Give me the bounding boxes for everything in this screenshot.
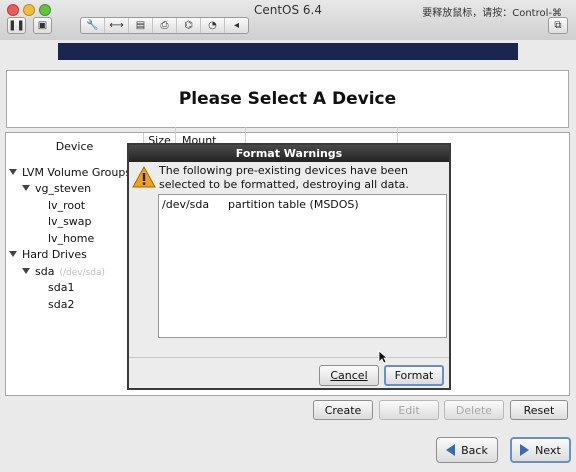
tree-item-label: vg_steven <box>35 182 92 195</box>
list-item[interactable]: /dev/sda partition table (MSDOS) <box>159 195 446 214</box>
device-path-note: (/dev/sda) <box>59 268 106 278</box>
settings-button[interactable]: 🔧 <box>81 18 105 33</box>
format-button-label: Format <box>394 369 434 382</box>
format-button[interactable]: Format <box>384 365 444 386</box>
printer-button[interactable]: ⎙ <box>153 18 177 33</box>
warning-message: The following pre-existing devices have … <box>159 164 409 191</box>
wrench-icon: 🔧 <box>86 20 99 31</box>
disk-button[interactable]: ▤ <box>129 18 153 33</box>
back-button[interactable]: Back <box>436 437 498 463</box>
create-button-label: Create <box>324 403 362 417</box>
dialog-separator <box>129 357 449 358</box>
next-button[interactable]: Next <box>510 437 571 463</box>
guest-screen: Please Select A Device Device Size Mount… <box>0 40 576 472</box>
snapshot-button[interactable]: ▣ <box>33 17 52 34</box>
tree-item-hard-drives[interactable]: Hard Drives <box>9 248 87 261</box>
disk-icon: ▤ <box>135 20 146 31</box>
tree-item-label: sda <box>35 265 55 278</box>
tree-item-label: LVM Volume Groups <box>22 166 132 179</box>
network-button[interactable]: ⟷ <box>105 18 129 33</box>
mouse-pointer-icon <box>378 350 388 364</box>
heading-box: Please Select A Device <box>6 70 569 128</box>
warning-icon <box>132 166 156 188</box>
collapse-toolbar-button[interactable]: ◂ <box>225 18 248 33</box>
printer-icon: ⎙ <box>160 20 169 31</box>
installer-banner <box>58 43 518 60</box>
window-mode-button[interactable]: ⧉ <box>548 17 568 34</box>
column-header-device[interactable]: Device <box>6 133 144 163</box>
dialog-title: Format Warnings <box>129 145 449 162</box>
tree-item-sda[interactable]: sda (/dev/sda) <box>22 265 105 278</box>
format-warnings-dialog: Format Warnings The following pre-existi… <box>127 143 451 390</box>
expander-icon[interactable] <box>9 169 17 175</box>
device-name: /dev/sda <box>162 198 210 211</box>
tree-item-label: lv_root <box>48 199 86 212</box>
column-header-device-label: Device <box>55 140 94 153</box>
pause-icon: ❚❚ <box>8 20 25 31</box>
tree-item-lv-swap[interactable]: lv_swap <box>48 215 92 228</box>
device-description: partition table (MSDOS) <box>228 198 359 211</box>
edit-button-label: Edit <box>398 403 420 417</box>
expander-icon[interactable] <box>22 185 30 191</box>
device-list[interactable]: /dev/sda partition table (MSDOS) <box>158 194 447 338</box>
cancel-button[interactable]: Cancel <box>319 365 379 386</box>
tree-item-label: sda1 <box>48 281 75 294</box>
delete-button[interactable]: Delete <box>444 400 504 420</box>
edit-button[interactable]: Edit <box>379 400 439 420</box>
snapshot-icon: ▣ <box>37 20 48 31</box>
chevron-left-icon: ◂ <box>233 20 240 31</box>
create-button[interactable]: Create <box>313 400 373 420</box>
page-title: Please Select A Device <box>178 89 397 109</box>
arrow-left-icon <box>446 444 456 456</box>
speaker-icon: ◔ <box>208 20 217 31</box>
sound-button[interactable]: ◔ <box>201 18 225 33</box>
tree-item-lv-root[interactable]: lv_root <box>48 199 85 212</box>
expander-icon[interactable] <box>9 251 17 257</box>
tree-item-sda2[interactable]: sda2 <box>48 298 74 311</box>
network-icon: ⟷ <box>109 20 124 31</box>
cancel-button-label: Cancel <box>330 369 368 382</box>
tree-item-lv-home[interactable]: lv_home <box>48 232 94 245</box>
tree-item-label: lv_swap <box>48 215 92 228</box>
tree-item-lvm-volume-groups[interactable]: LVM Volume Groups <box>9 166 131 179</box>
tree-item-sda1[interactable]: sda1 <box>48 281 74 294</box>
back-button-label: Back <box>461 443 488 457</box>
usb-icon: ⌬ <box>184 20 193 31</box>
tree-item-label: lv_home <box>48 232 95 245</box>
usb-button[interactable]: ⌬ <box>177 18 201 33</box>
delete-button-label: Delete <box>455 403 493 417</box>
window-titlebar: CentOS 6.4 要释放鼠标，请按：Control-⌘ ❚❚ ▣ 🔧 ⟷ ▤… <box>0 0 576 41</box>
vm-toolbar: 🔧 ⟷ ▤ ⎙ ⌬ ◔ ◂ <box>80 17 249 34</box>
reset-button[interactable]: Reset <box>510 400 568 420</box>
pause-vm-button[interactable]: ❚❚ <box>7 17 26 34</box>
tree-item-label: Hard Drives <box>22 248 87 261</box>
release-mouse-hint: 要释放鼠标，请按：Control-⌘ <box>422 8 562 19</box>
next-button-label: Next <box>535 443 561 457</box>
reset-button-label: Reset <box>523 403 555 417</box>
tree-item-label: sda2 <box>48 298 75 311</box>
arrow-right-icon <box>520 444 530 456</box>
tree-item-vg-steven[interactable]: vg_steven <box>22 182 91 195</box>
windows-icon: ⧉ <box>554 20 562 31</box>
expander-icon[interactable] <box>22 268 30 274</box>
